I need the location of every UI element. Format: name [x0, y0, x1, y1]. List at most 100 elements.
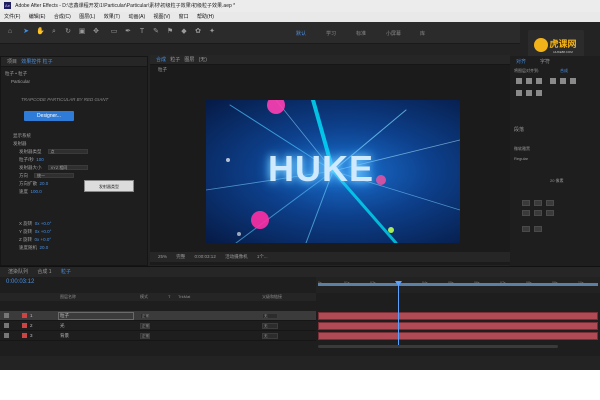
tab-character[interactable]: 字符 — [540, 58, 550, 65]
menu-file[interactable]: 文件(F) — [4, 14, 20, 20]
layer-name[interactable]: 粒子 — [60, 311, 69, 321]
effect-row[interactable]: 方向 统一 — [19, 173, 74, 179]
work-area-bar[interactable] — [318, 283, 598, 286]
tab-footage[interactable]: (无) — [199, 57, 207, 63]
layer-duration-bar[interactable] — [318, 332, 598, 340]
menu-effect[interactable]: 效果(T) — [104, 14, 120, 20]
tab-layer[interactable]: 图层 — [184, 57, 194, 63]
timeline-scrollbar[interactable] — [318, 345, 558, 348]
layer-name[interactable]: 光 — [60, 321, 65, 331]
font-family[interactable]: 微软雅黑 — [514, 146, 530, 152]
hand-icon[interactable]: ✋ — [36, 28, 45, 36]
eye-icon[interactable] — [4, 333, 9, 338]
zoom-icon[interactable]: ⌕ — [50, 28, 58, 36]
parent-dropdown[interactable]: 无 — [262, 333, 278, 339]
comp-breadcrumb[interactable]: 粒子 — [158, 67, 167, 73]
effect-row[interactable]: 发射器类型点 — [19, 149, 88, 155]
font-style[interactable]: Regular — [514, 156, 528, 161]
align-center-icon[interactable] — [526, 78, 532, 84]
eraser-icon[interactable]: ◆ — [180, 28, 188, 36]
style-swatch[interactable] — [522, 210, 530, 216]
tab-comp-1[interactable]: 合成 1 — [37, 269, 51, 275]
playhead-line[interactable] — [398, 283, 399, 347]
brush-icon[interactable]: ✎ — [152, 28, 160, 36]
style-swatch[interactable] — [534, 210, 542, 216]
tab-comp-name[interactable]: 粒子 — [170, 57, 180, 63]
pen-icon[interactable]: ✒ — [124, 28, 132, 36]
align-middle-icon[interactable] — [560, 78, 566, 84]
menu-animation[interactable]: 动画(A) — [128, 14, 145, 20]
effect-name[interactable]: Particular — [11, 79, 30, 85]
label-color-icon[interactable] — [22, 313, 27, 318]
table-row[interactable]: 1 粒子 正常 无 — [0, 311, 316, 321]
effect-row[interactable]: Y 旋转 0x +0.0° — [19, 229, 51, 235]
align-bottom-icon[interactable] — [570, 78, 576, 84]
workspace-library[interactable]: 库 — [420, 30, 425, 37]
effect-row[interactable]: 发射器 — [13, 141, 27, 147]
designer-button[interactable]: Designer... — [24, 111, 74, 121]
mode-dropdown[interactable]: 正常 — [140, 333, 150, 339]
style-swatch[interactable] — [546, 210, 554, 216]
effect-row[interactable]: 发射器大小 XYZ 相同 — [19, 165, 88, 171]
comp-viewer[interactable]: HUKE — [206, 100, 460, 243]
type-icon[interactable]: T — [138, 28, 146, 36]
workspace-standard[interactable]: 标准 — [356, 30, 366, 37]
style-swatch[interactable] — [534, 226, 542, 232]
menu-edit[interactable]: 编辑(E) — [29, 14, 46, 20]
align-top-icon[interactable] — [550, 78, 556, 84]
effect-row[interactable]: 方向扩散 20.0 — [19, 181, 48, 187]
workspace-small[interactable]: 小屏幕 — [386, 30, 401, 37]
effect-row[interactable]: X 旋转 0x +0.0° — [19, 221, 51, 227]
effect-row[interactable]: 速度随机 20.0 — [19, 245, 48, 251]
camera-select[interactable]: 活动摄像机 — [225, 254, 248, 259]
view-count-select[interactable]: 1个... — [257, 254, 268, 259]
table-row[interactable]: 2 光 正常 无 — [0, 321, 316, 331]
workspace-learn[interactable]: 学习 — [326, 30, 336, 37]
distribute-icon[interactable] — [516, 90, 522, 96]
camera-icon[interactable]: ▣ — [78, 28, 86, 36]
tab-timeline-comp[interactable]: 粒子 — [61, 269, 71, 275]
rectangle-icon[interactable]: ▭ — [110, 28, 118, 36]
label-color-icon[interactable] — [22, 333, 27, 338]
tab-render-queue[interactable]: 渲染队列 — [8, 269, 28, 275]
pan-behind-icon[interactable]: ✥ — [92, 28, 100, 36]
effect-row[interactable]: Z 旋转 0x +0.0° — [19, 237, 51, 243]
tab-project[interactable]: 项目 — [7, 59, 17, 65]
effect-row[interactable]: 粒子/秒 100 — [19, 157, 44, 163]
parent-dropdown[interactable]: 无 — [262, 313, 278, 319]
clone-icon[interactable]: ⚑ — [166, 28, 174, 36]
paragraph-section[interactable]: 段落 — [514, 126, 524, 133]
tab-align[interactable]: 对齐 — [516, 58, 526, 65]
workspace-default[interactable]: 默认 — [296, 30, 306, 37]
resolution-select[interactable]: 完整 — [176, 254, 185, 259]
eye-icon[interactable] — [4, 313, 9, 318]
distribute-icon[interactable] — [536, 90, 542, 96]
menu-window[interactable]: 窗口 — [179, 14, 189, 20]
layer-duration-bar[interactable] — [318, 312, 598, 320]
style-swatch[interactable] — [534, 200, 542, 206]
align-left-icon[interactable] — [516, 78, 522, 84]
menu-view[interactable]: 视图(V) — [154, 14, 171, 20]
home-icon[interactable]: ⌂ — [6, 28, 14, 36]
style-swatch[interactable] — [546, 200, 554, 206]
parent-dropdown[interactable]: 无 — [262, 323, 278, 329]
align-right-icon[interactable] — [536, 78, 542, 84]
magnification-select[interactable]: 25% — [158, 254, 167, 259]
mode-dropdown[interactable]: 正常 — [140, 323, 150, 329]
roto-icon[interactable]: ✿ — [194, 28, 202, 36]
style-swatch[interactable] — [522, 226, 530, 232]
align-target[interactable]: 合成 — [560, 68, 568, 74]
puppet-icon[interactable]: ✦ — [208, 28, 216, 36]
font-size[interactable]: 20 像素 — [550, 178, 564, 184]
distribute-icon[interactable] — [526, 90, 532, 96]
select-arrow-icon[interactable]: ➤ — [22, 28, 30, 36]
tab-composition[interactable]: 合成 — [156, 57, 166, 63]
menu-layer[interactable]: 图层(L) — [79, 14, 95, 20]
eye-icon[interactable] — [4, 323, 9, 328]
mode-dropdown[interactable]: 正常 — [140, 313, 150, 319]
menu-composition[interactable]: 合成(C) — [54, 14, 71, 20]
timeline-timecode[interactable]: 0:00:03:12 — [6, 279, 34, 285]
layer-name[interactable]: 背景 — [60, 331, 69, 341]
menu-help[interactable]: 帮助(H) — [197, 14, 214, 20]
layer-duration-bar[interactable] — [318, 322, 598, 330]
